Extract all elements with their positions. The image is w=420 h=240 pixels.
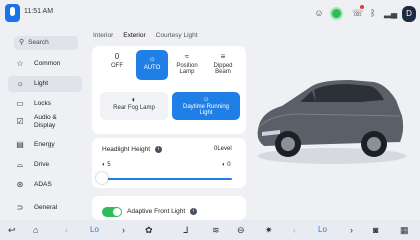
sidebar-item-light[interactable]: ☼ Light: [8, 76, 82, 92]
apps-grid-icon[interactable]: ▦: [400, 224, 409, 236]
sidebar-item-label: Locks: [34, 100, 51, 107]
light-mode-position-lamp[interactable]: ≈ Position Lamp: [170, 52, 204, 82]
bluetooth-icon[interactable]: ᛒ: [368, 8, 378, 18]
sidebar-item-label: Light: [34, 80, 49, 87]
left-temp[interactable]: Lo: [90, 225, 99, 234]
sidebar-item-label: Audio & Display: [34, 114, 57, 129]
signal-icon: ▂▄: [384, 8, 398, 18]
rear-fog-lamp-button[interactable]: ◐ Rear Fog Lamp: [100, 92, 168, 120]
info-icon[interactable]: i: [155, 146, 163, 153]
info-icon[interactable]: i: [190, 208, 198, 215]
green-status-icon[interactable]: [330, 7, 343, 20]
light-mode-label: Dipped Beam: [213, 63, 233, 75]
sidebar-item-locks[interactable]: ▭ Locks: [8, 96, 82, 112]
headlight-low-icon: ◐: [102, 162, 106, 168]
rear-fog-label: Rear Fog Lamp: [113, 105, 155, 111]
lock-icon: ▭: [16, 99, 24, 108]
search-icon: ⚲: [19, 39, 25, 46]
headlight-high-icon: ◐: [222, 162, 226, 168]
dipped-beam-icon: ≡: [220, 52, 226, 61]
auto-light-icon: ☼: [148, 54, 156, 63]
ac-icon[interactable]: ✷: [265, 224, 273, 236]
chevron-right-icon[interactable]: ›: [122, 224, 125, 236]
seat-icon[interactable]: ᒧ: [183, 224, 189, 236]
chevron-left-icon[interactable]: ‹: [65, 224, 68, 236]
position-lamp-icon: ≈: [184, 52, 190, 61]
adaptive-front-light-toggle[interactable]: [102, 207, 122, 217]
sidebar-item-label: Drive: [34, 161, 50, 168]
general-icon: ⊃: [16, 203, 24, 212]
headlight-min: ◐ 5: [102, 162, 111, 168]
sidebar-item-drive[interactable]: ⌓ Drive: [8, 157, 82, 173]
sun-icon: ☼: [16, 79, 24, 88]
settings-sidebar: ⚲ Search ☆ Common ☼ Light ▭ Locks ☑ Audio…: [0, 26, 86, 220]
sidebar-item-general[interactable]: ⊃ General: [8, 200, 82, 216]
sidebar-item-audio-display[interactable]: ☑ Audio & Display: [8, 114, 82, 130]
sidebar-item-common[interactable]: ☆ Common: [8, 56, 82, 72]
sidebar-item-adas[interactable]: ⊛ ADAS: [8, 177, 82, 193]
back-icon[interactable]: ↩: [8, 224, 16, 236]
light-mode-auto[interactable]: ☼ AUTO: [136, 50, 168, 80]
person-icon[interactable]: ☺: [314, 8, 324, 18]
sidebar-item-label: Energy: [34, 141, 55, 148]
tab-courtesy-light[interactable]: Courtesy Light: [156, 32, 198, 39]
seat-heat-icon[interactable]: ≋: [212, 224, 220, 236]
sidebar-item-label: Common: [34, 60, 61, 67]
light-mode-label: Position Lamp: [176, 63, 198, 75]
sidebar-item-label: ADAS: [34, 181, 52, 188]
drl-icon: ☼: [202, 94, 210, 103]
car-image: [257, 80, 406, 164]
status-bar: 11:51 AM ☺ ☏ ᛒ ▂▄ D: [0, 0, 420, 26]
tab-exterior[interactable]: Exterior: [123, 32, 145, 39]
steering-icon: ⊛: [16, 180, 24, 189]
light-mode-off[interactable]: 0 OFF: [100, 52, 134, 78]
clock: 11:51 AM: [24, 8, 54, 15]
chevron-left-icon[interactable]: ‹: [293, 224, 296, 236]
off-value: 0: [114, 52, 120, 61]
light-mode-card: 0 OFF ☼ AUTO ≈ Position Lamp ≡ Dipped Beam…: [92, 46, 246, 134]
fan-icon[interactable]: ✿: [145, 224, 153, 236]
battery-icon: ▤: [16, 140, 24, 149]
audio-display-icon: ☑: [16, 117, 24, 126]
headlight-level-readout: 0Level: [214, 146, 232, 152]
home-icon[interactable]: ⌂: [33, 224, 38, 236]
sidebar-item-energy[interactable]: ▤ Energy: [8, 137, 82, 153]
search-label: Search: [28, 39, 49, 46]
chevron-right-icon[interactable]: ›: [350, 224, 353, 236]
defrost-icon[interactable]: ⊖: [237, 224, 245, 236]
sidebar-item-label: General: [34, 204, 58, 211]
light-mode-label: OFF: [111, 63, 123, 69]
light-mode-dipped-beam[interactable]: ≡ Dipped Beam: [206, 52, 240, 82]
camera-icon[interactable]: ◙: [373, 224, 378, 236]
light-mode-label: AUTO: [143, 65, 161, 71]
daytime-running-light-button[interactable]: ☼ Daytime Running Light: [172, 92, 240, 120]
tab-interior[interactable]: Interior: [93, 32, 113, 39]
headlight-height-title: Headlight Height i: [102, 146, 163, 153]
light-tabs: Interior Exterior Courtesy Light: [93, 32, 198, 39]
car-icon: ⌓: [16, 160, 24, 169]
headlight-max: ◐ 0: [222, 162, 231, 168]
adaptive-front-light-label: Adaptive Front Light i: [127, 208, 198, 215]
rear-fog-icon: ◐: [131, 95, 137, 104]
search-input[interactable]: ⚲ Search: [14, 36, 78, 50]
drl-label: Daytime Running Light: [182, 104, 230, 116]
headlight-slider-track[interactable]: [102, 178, 232, 180]
notification-dot: [360, 5, 364, 9]
mic-icon[interactable]: [5, 4, 20, 22]
phone-icon[interactable]: ☏: [352, 8, 363, 18]
headlight-slider-thumb[interactable]: [96, 172, 108, 184]
avatar[interactable]: D: [402, 6, 416, 22]
star-icon: ☆: [16, 59, 24, 68]
right-temp[interactable]: Lo: [318, 225, 327, 234]
bottom-bar: ↩ ⌂ ‹ Lo › ✿ ᒧ ≋ ⊖ ✷ ‹ Lo › ◙ ▦: [0, 220, 420, 240]
